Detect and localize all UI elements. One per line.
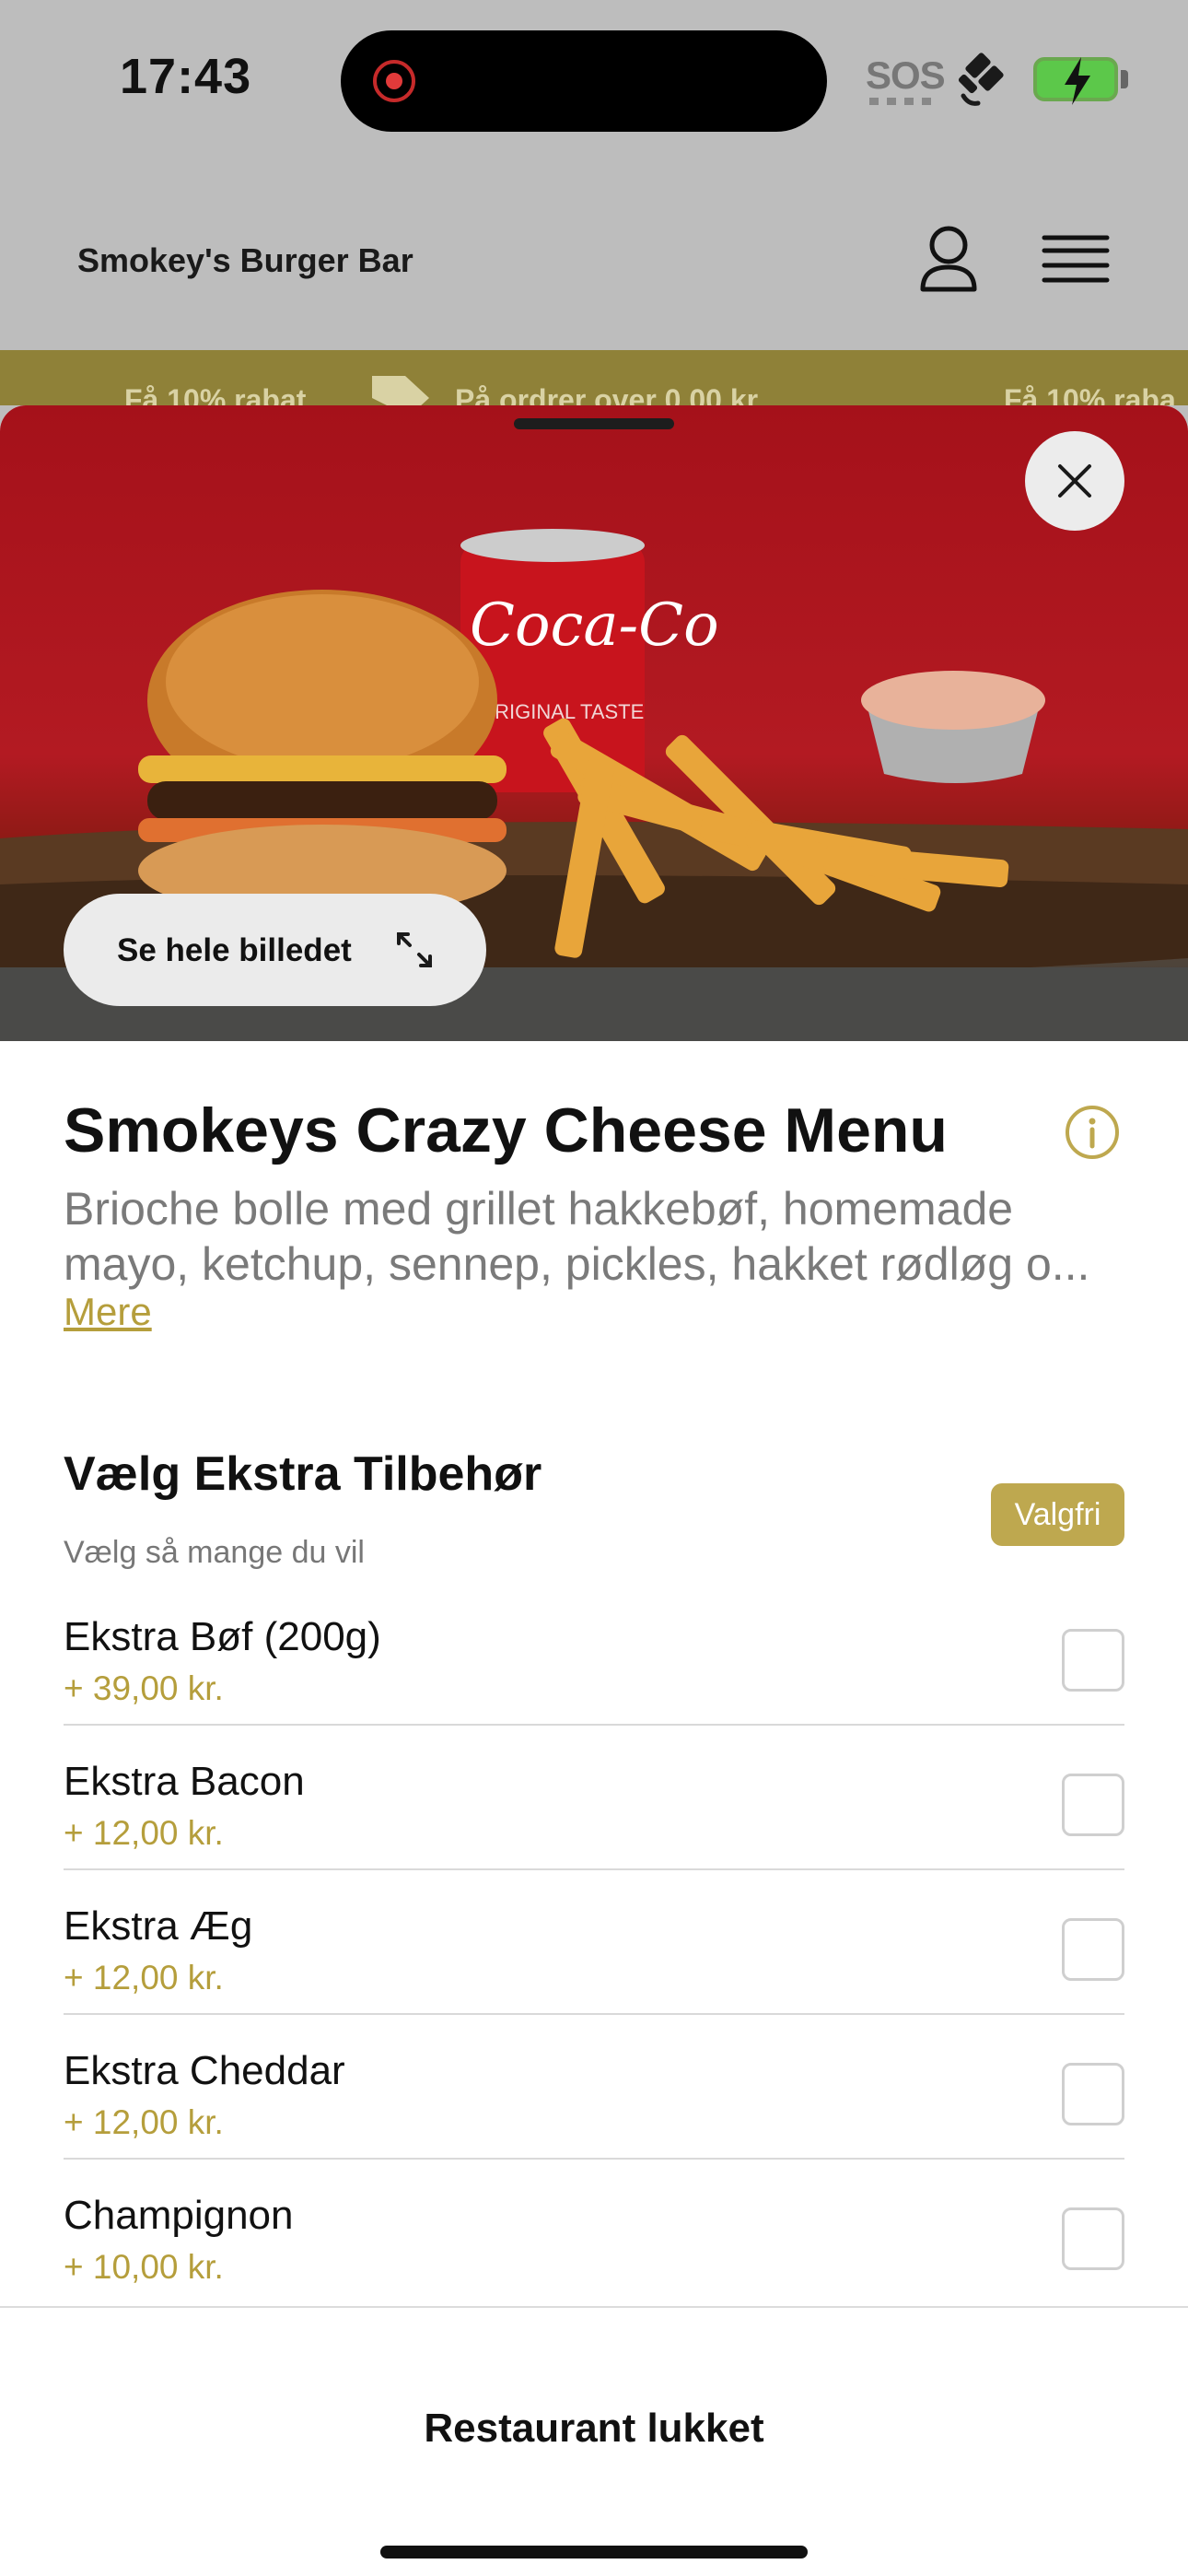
option-name: Ekstra Bacon <box>64 1759 305 1804</box>
screen-recording-icon <box>373 60 415 102</box>
option-checkbox[interactable] <box>1062 1774 1124 1836</box>
home-indicator[interactable] <box>380 2546 808 2558</box>
view-full-image-label: Se hele billedet <box>117 932 352 968</box>
promo-text: Få 10% rabat <box>124 383 307 405</box>
price-tag-icon <box>372 376 429 405</box>
list-item[interactable]: Ekstra Æg + 12,00 kr. <box>64 1870 1124 2015</box>
brand-name[interactable]: Smokey's Burger Bar <box>77 241 413 280</box>
list-item[interactable]: Champignon + 10,00 kr. <box>64 2160 1124 2304</box>
dynamic-island <box>341 30 827 132</box>
app-header: Smokey's Burger Bar <box>0 166 1188 350</box>
list-item[interactable]: Ekstra Bacon + 12,00 kr. <box>64 1726 1124 1870</box>
option-price: + 39,00 kr. <box>64 1669 224 1707</box>
svg-text:Coca-Co: Coca-Co <box>470 591 719 660</box>
info-icon[interactable] <box>1064 1104 1121 1161</box>
promo-text: På ordrer over 0,00 kr. <box>455 383 765 405</box>
option-checkbox[interactable] <box>1062 1629 1124 1692</box>
hamburger-menu-icon[interactable] <box>1039 227 1112 291</box>
option-price: + 12,00 kr. <box>64 1814 224 1852</box>
screen: 17:43 SOS Smokey's Burger Bar Få 10% rab… <box>0 0 1188 2576</box>
option-name: Ekstra Æg <box>64 1903 253 1949</box>
user-icon[interactable] <box>912 221 985 295</box>
option-price: + 12,00 kr. <box>64 1959 224 1996</box>
option-checkbox[interactable] <box>1062 1918 1124 1981</box>
close-button[interactable] <box>1025 431 1124 531</box>
option-name: Champignon <box>64 2193 294 2238</box>
product-title: Smokeys Crazy Cheese Menu <box>64 1095 948 1165</box>
satellite-icon <box>958 53 1004 106</box>
status-bar: 17:43 SOS <box>0 0 1188 166</box>
option-name: Ekstra Bøf (200g) <box>64 1614 381 1659</box>
product-description: Brioche bolle med grillet hakkebøf, home… <box>64 1183 1090 1290</box>
close-icon <box>1058 464 1091 498</box>
sheet-grabber[interactable] <box>514 418 674 429</box>
expand-icon <box>397 932 432 967</box>
product-sheet: Coca-Co ORIGINAL TASTE Se hele billedet … <box>0 405 1188 2576</box>
sos-indicator: SOS <box>866 53 946 97</box>
option-checkbox[interactable] <box>1062 2207 1124 2270</box>
option-name: Ekstra Cheddar <box>64 2048 345 2093</box>
product-image[interactable]: Coca-Co ORIGINAL TASTE Se hele billedet <box>0 405 1188 1041</box>
charging-bolt-icon <box>1065 57 1090 105</box>
optional-badge: Valgfri <box>991 1483 1124 1546</box>
option-price: + 12,00 kr. <box>64 2103 224 2141</box>
extras-subtitle: Vælg så mange du vil <box>64 1535 365 1570</box>
extras-list: Ekstra Bøf (200g) + 39,00 kr. Ekstra Bac… <box>64 1581 1124 2304</box>
list-item[interactable]: Ekstra Cheddar + 12,00 kr. <box>64 2015 1124 2160</box>
more-link[interactable]: Mere <box>64 1290 152 1334</box>
promo-text: Få 10% raba <box>1004 383 1176 405</box>
option-checkbox[interactable] <box>1062 2063 1124 2125</box>
restaurant-closed-label: Restaurant lukket <box>424 2406 764 2451</box>
extras-title: Vælg Ekstra Tilbehør <box>64 1447 542 1501</box>
signal-dots-icon <box>869 98 934 105</box>
view-full-image-button[interactable]: Se hele billedet <box>64 894 486 1006</box>
promo-banner: Få 10% rabat På ordrer over 0,00 kr. Få … <box>0 350 1188 405</box>
footer-bar: Restaurant lukket <box>0 2306 1188 2576</box>
option-price: + 10,00 kr. <box>64 2248 224 2286</box>
list-item[interactable]: Ekstra Bøf (200g) + 39,00 kr. <box>64 1581 1124 1726</box>
battery-tip <box>1121 70 1128 88</box>
status-time: 17:43 <box>120 49 252 104</box>
